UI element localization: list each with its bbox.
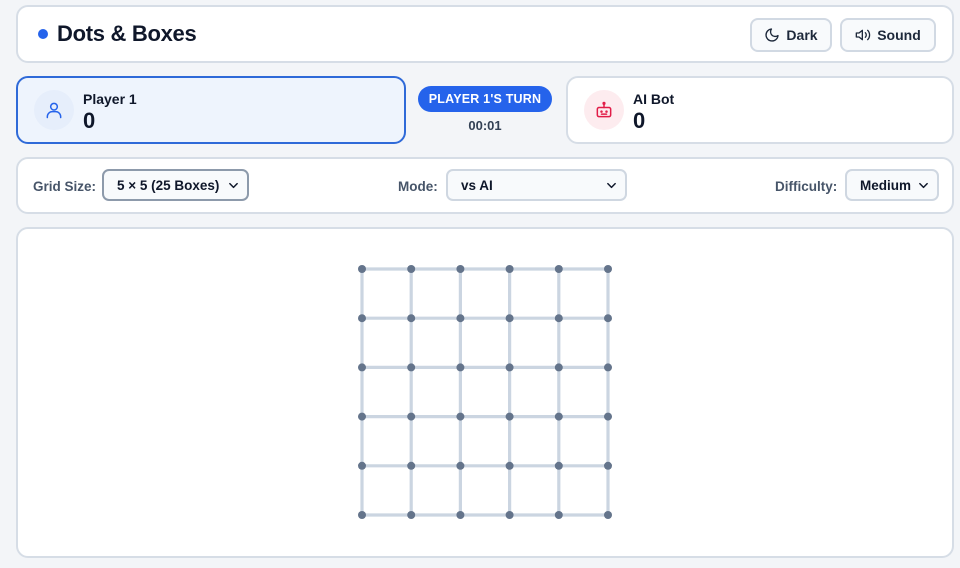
grid-size-label: Grid Size: [33,179,97,194]
game-timer: 00:01 [468,118,502,133]
ai-score: 0 [633,108,646,133]
grid-dot-5-2 [456,511,465,519]
grid-size-value: 5 × 5 (25 Boxes) [117,177,220,193]
sound-button[interactable]: Sound [840,18,936,52]
grid-dot-1-4 [554,314,563,323]
grid-dot-1-0 [358,314,366,323]
ai-name: AI Bot [633,91,675,107]
grid-dot-5-3 [505,511,514,519]
header-bar: Dots & Boxes Dark Sound [16,5,954,63]
grid-dot-5-5 [604,511,612,519]
difficulty-label: Difficulty: [775,179,838,194]
player1-score: 0 [83,108,96,133]
grid-dot-3-0 [358,412,366,421]
chevron-down-icon [607,182,616,189]
grid-dot-2-0 [358,363,366,372]
grid-dot-2-4 [554,363,563,372]
grid-dot-2-2 [456,363,465,372]
grid-dot-1-1 [407,314,416,323]
difficulty-select[interactable]: Medium [845,169,939,201]
grid-dot-1-5 [604,314,612,323]
grid-dot-0-1 [407,265,416,273]
grid-dot-1-2 [456,314,465,323]
grid-dot-4-4 [554,461,563,470]
user-icon [46,102,62,119]
brand: Dots & Boxes [38,21,197,47]
grid-dot-3-5 [604,412,612,421]
grid-dot-4-1 [407,461,416,470]
grid-dot-3-1 [407,412,416,421]
board-grid [358,265,612,519]
grid-dot-4-2 [456,461,465,470]
grid-size-select[interactable]: 5 × 5 (25 Boxes) [102,169,249,201]
grid-dot-2-1 [407,363,416,372]
grid-dot-5-4 [554,511,563,519]
grid-dot-3-2 [456,412,465,421]
dot-icon [38,29,48,39]
controls-bar: Grid Size: 5 × 5 (25 Boxes) Mode: vs AI … [16,157,954,214]
grid-dot-3-3 [505,412,514,421]
grid-dot-4-0 [358,461,366,470]
ai-card: AI Bot 0 [566,76,954,144]
chevron-down-icon [919,182,928,189]
grid-dot-1-3 [505,314,514,323]
grid-dot-0-0 [358,265,366,273]
turn-badge: PLAYER 1'S TURN [418,86,552,112]
dark-mode-button[interactable]: Dark [750,18,832,52]
grid-dot-0-4 [554,265,563,273]
dark-mode-label: Dark [786,27,818,43]
grid-dot-3-4 [554,412,563,421]
mode-select[interactable]: vs AI [446,169,627,201]
player1-avatar [34,90,74,130]
grid-dot-0-3 [505,265,514,273]
player1-card: Player 1 0 [16,76,406,144]
mode-label: Mode: [398,179,438,194]
grid-dot-4-3 [505,461,514,470]
difficulty-value: Medium [860,177,912,193]
ai-avatar [584,90,624,130]
sound-label: Sound [877,27,921,43]
robot-icon [596,101,612,118]
player1-name: Player 1 [83,91,137,107]
grid-dot-2-5 [604,363,612,372]
game-board [16,227,954,558]
grid-dot-5-1 [407,511,416,519]
chevron-down-icon [229,182,238,189]
grid-dot-2-3 [505,363,514,372]
grid-dot-0-2 [456,265,465,273]
grid-dot-4-5 [604,461,612,470]
speaker-icon [855,29,871,41]
mode-value: vs AI [461,177,493,193]
app-title: Dots & Boxes [57,21,197,46]
moon-icon [765,28,780,42]
grid-dot-0-5 [604,265,612,273]
grid-dot-5-0 [358,511,366,519]
